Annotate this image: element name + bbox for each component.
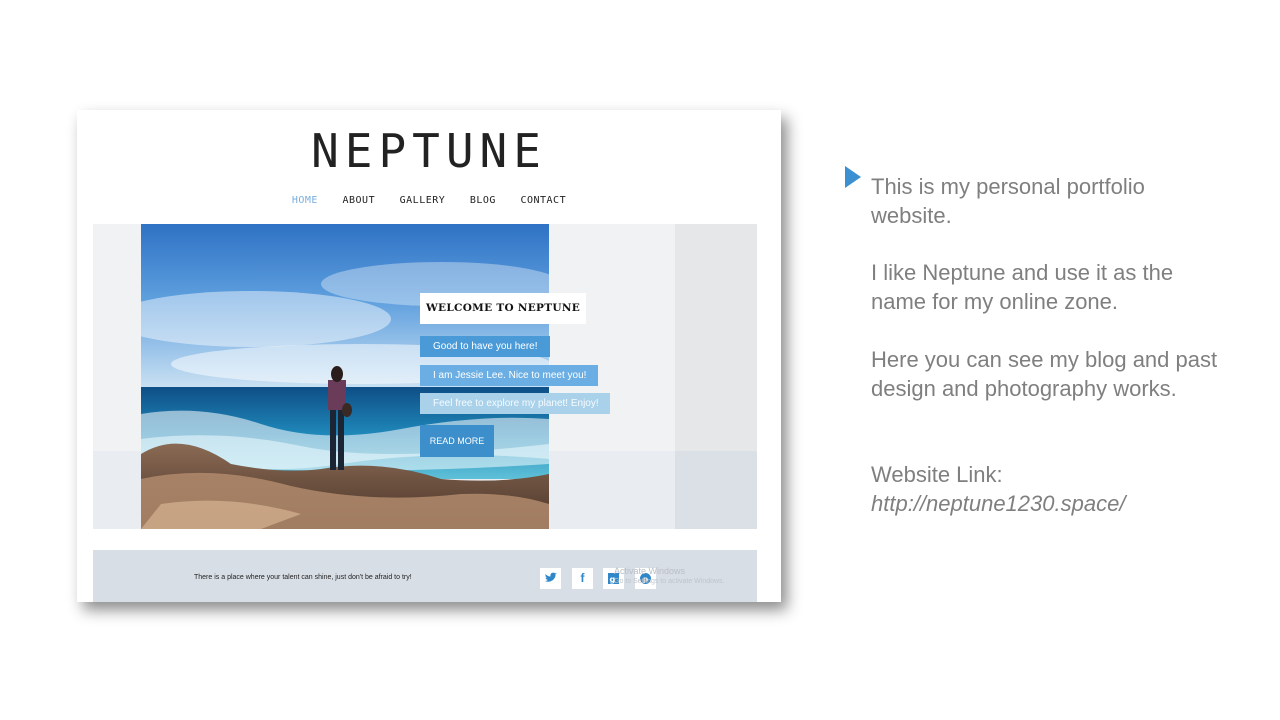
nav-blog[interactable]: BLOG [470,195,496,206]
hero-side-panel-lower [675,451,757,529]
nav-gallery[interactable]: GALLERY [400,195,446,206]
hero-message-2: I am Jessie Lee. Nice to meet you! [420,365,598,386]
description-paragraph-4: Website Link: http://neptune1230.space/ [871,460,1231,518]
site-footer: There is a place where your talent can s… [93,550,757,602]
website-link-label: Website Link: [871,462,1003,487]
welcome-heading: WELCOME TO NEPTUNE [420,293,586,324]
hero-message-3: Feel free to explore my planet! Enjoy! [420,393,610,414]
activate-windows-subtitle: Go to Settings to activate Windows. [614,578,725,585]
bullet-triangle-icon [845,166,861,188]
description-paragraph-2: I like Neptune and use it as the name fo… [871,260,1174,314]
website-screenshot: NEPTUNE HOME ABOUT GALLERY BLOG CONTACT [77,110,781,602]
read-more-button[interactable]: READ MORE [420,425,494,457]
site-logo[interactable]: NEPTUNE [77,124,781,178]
site-nav: HOME ABOUT GALLERY BLOG CONTACT [77,195,781,206]
website-link[interactable]: http://neptune1230.space/ [871,489,1231,518]
nav-about[interactable]: ABOUT [343,195,376,206]
hero-message-1: Good to have you here! [420,336,550,357]
footer-tagline: There is a place where your talent can s… [194,574,412,581]
description-paragraph-3: Here you can see my blog and past design… [871,347,1218,401]
description-paragraph-1: This is my personal portfolio website. [871,174,1145,228]
twitter-icon[interactable] [540,568,561,589]
facebook-icon[interactable]: f [572,568,593,589]
nav-home[interactable]: HOME [292,195,318,206]
activate-windows-title: Activate Windows [614,566,686,576]
nav-contact[interactable]: CONTACT [520,195,566,206]
